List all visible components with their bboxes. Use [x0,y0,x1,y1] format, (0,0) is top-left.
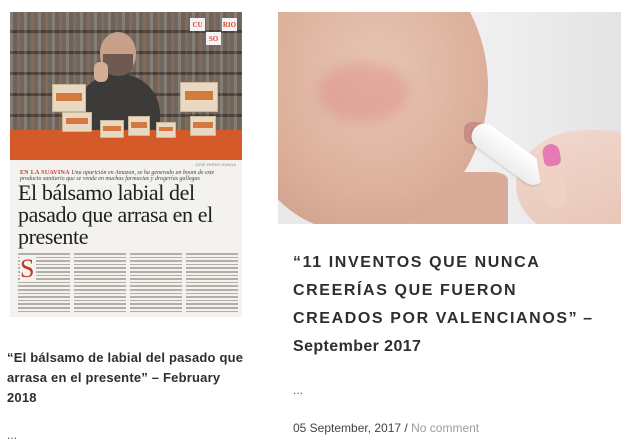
lip-balm-photo[interactable] [278,12,621,224]
post-excerpt-left: ... [7,428,18,442]
post-title-right[interactable]: “11 INVENTOS QUE NUNCA CREERÍAS QUE FUER… [293,249,613,361]
crucio-letter: RIO [222,18,237,31]
post-title-left[interactable]: “El bálsamo de labial del pasado que arr… [7,348,247,408]
photo-credit: JOSÉ PARDO XUNGA [195,162,236,167]
crucio-letter: CU [190,18,205,31]
crucio-letter: SO [206,32,221,45]
clipping-body-columns [18,253,238,315]
clipping-dropcap: S [20,254,37,283]
post-date: 05 September, 2017 [293,421,402,435]
comments-link[interactable]: No comment [411,421,479,435]
meta-separator: / [401,421,412,435]
post-card-left: CU RIO SO JOSÉ PARDO XUNGA EN LA SUAVINA… [10,12,242,317]
post-meta: 05 September, 2017 / No comment [293,421,479,435]
post-title-right-main: “11 INVENTOS QUE NUNCA CREERÍAS QUE FUER… [293,254,579,327]
newspaper-clipping-image[interactable]: CU RIO SO JOSÉ PARDO XUNGA EN LA SUAVINA… [10,12,242,317]
crucio-logo: CU RIO SO [190,18,238,45]
clipping-photo: CU RIO SO [10,12,242,160]
post-excerpt-right: ... [293,383,304,397]
clipping-headline: El bálsamo labial del pasado que arrasa … [18,180,213,249]
